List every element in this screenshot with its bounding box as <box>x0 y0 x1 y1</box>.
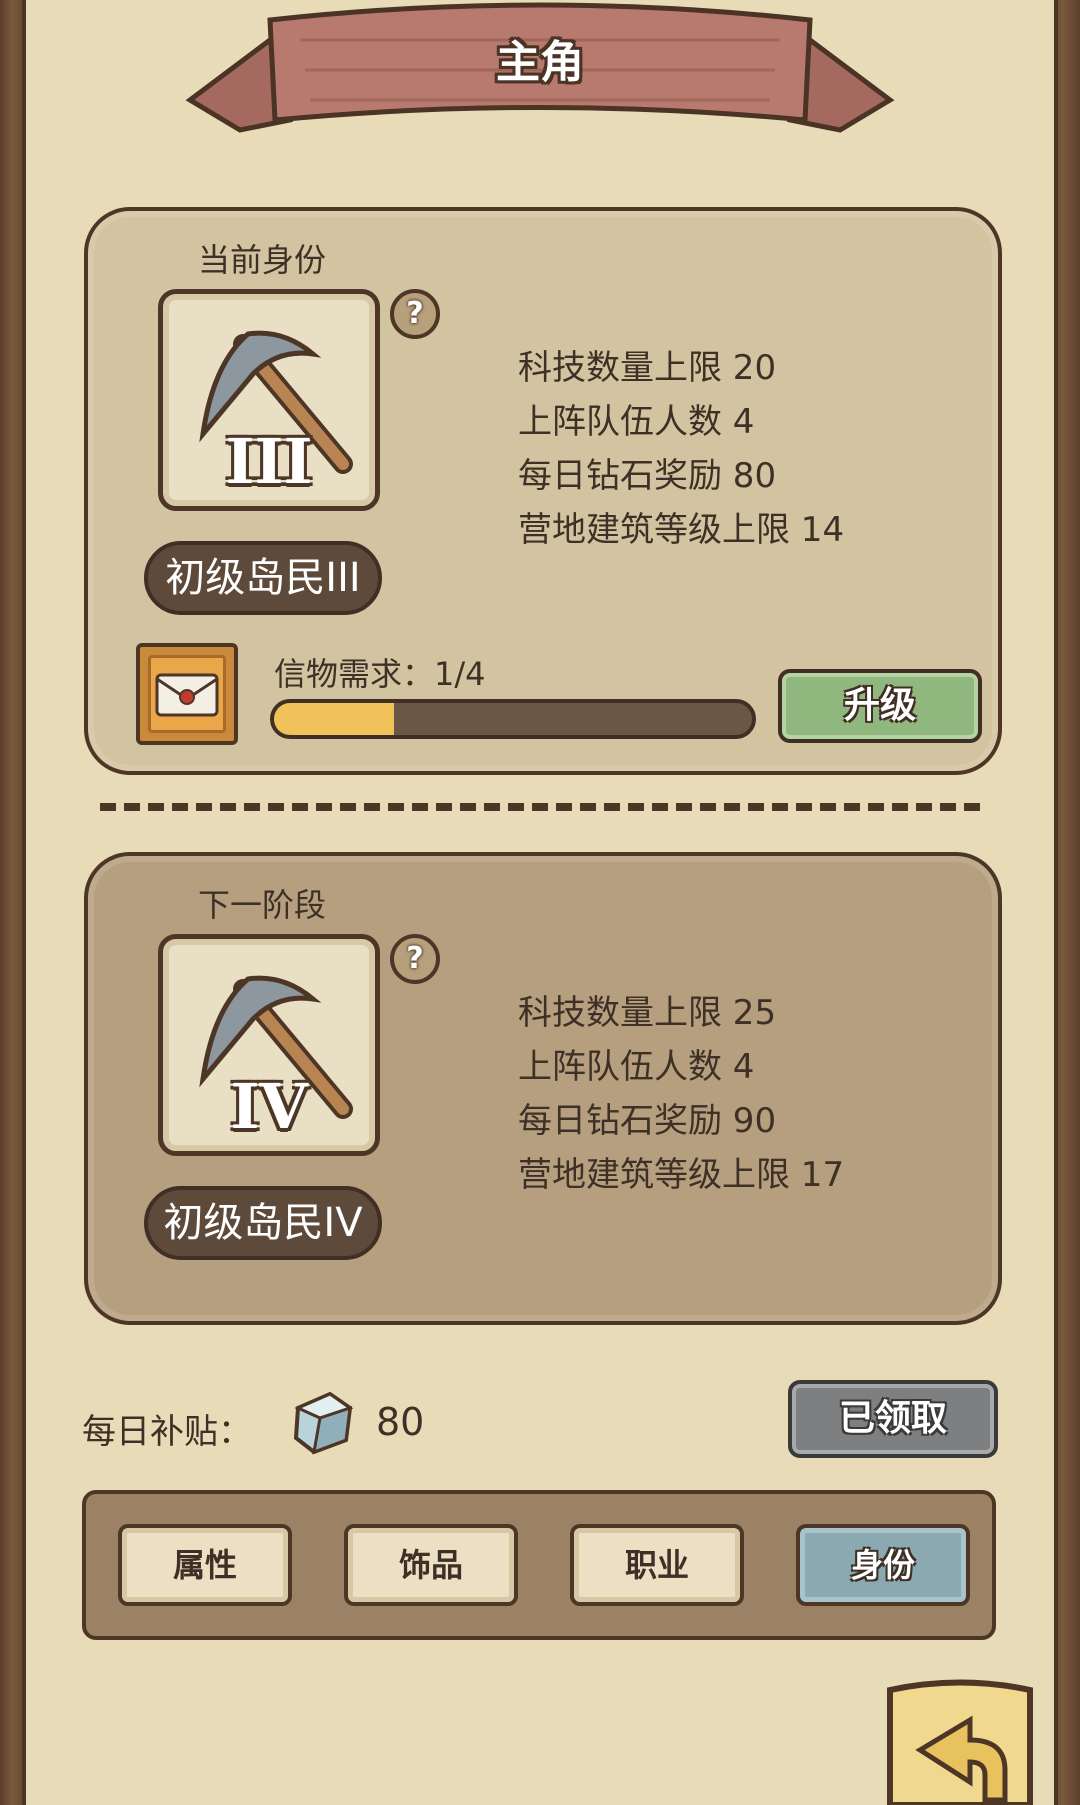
tab-identity[interactable]: 身份 <box>796 1524 970 1606</box>
current-identity-label: 当前身份 <box>198 241 327 279</box>
token-item[interactable] <box>136 643 238 745</box>
next-stat-tech-limit: 科技数量上限 25 <box>518 993 777 1033</box>
current-stats: 科技数量上限 20 上阵队伍人数 4 每日钻石奖励 80 营地建筑等级上限 14 <box>518 341 844 557</box>
next-help-button[interactable]: ? <box>390 934 440 984</box>
daily-allowance-label: 每日补贴： <box>82 1412 252 1452</box>
back-arrow-icon[interactable] <box>880 1670 1050 1805</box>
requirement-text: 信物需求：1/4 <box>274 655 486 693</box>
tab-profession[interactable]: 职业 <box>570 1524 744 1606</box>
current-identity-panel: 当前身份 III ? 初级岛民III 科技数量上限 20 上阵队伍人数 4 每日… <box>84 207 1002 775</box>
tab-accessories[interactable]: 饰品 <box>344 1524 518 1606</box>
next-stat-building-limit: 营地建筑等级上限 17 <box>518 1155 845 1195</box>
requirement-progress-bar <box>270 699 756 739</box>
current-rank-icon-box[interactable]: III <box>158 289 380 511</box>
diamond-icon <box>293 1391 354 1455</box>
current-stat-team-size: 上阵队伍人数 4 <box>518 402 755 442</box>
section-divider <box>100 803 980 811</box>
tab-bar: 属性 饰品 职业 身份 <box>82 1490 996 1640</box>
next-stat-team-size: 上阵队伍人数 4 <box>518 1047 755 1087</box>
next-rank-name: 初级岛民IV <box>144 1186 382 1260</box>
claimed-button[interactable]: 已领取 <box>788 1380 998 1458</box>
tab-attributes[interactable]: 属性 <box>118 1524 292 1606</box>
current-help-button[interactable]: ? <box>390 289 440 339</box>
next-stats: 科技数量上限 25 上阵队伍人数 4 每日钻石奖励 90 营地建筑等级上限 17 <box>518 986 844 1202</box>
next-stage-label: 下一阶段 <box>198 886 327 924</box>
next-stat-daily-diamonds: 每日钻石奖励 90 <box>518 1101 777 1141</box>
next-rank-icon-box[interactable]: IV <box>158 934 380 1156</box>
daily-allowance-row: 每日补贴： 80 已领取 <box>80 1380 1000 1470</box>
current-rank-name: 初级岛民III <box>144 541 382 615</box>
next-stage-panel: 下一阶段 IV ? 初级岛民IV 科技数量上限 25 上阵队伍人数 4 每日钻石… <box>84 852 1002 1325</box>
page-title: 主角 <box>496 37 584 88</box>
upgrade-button[interactable]: 升级 <box>778 669 982 743</box>
current-stat-daily-diamonds: 每日钻石奖励 80 <box>518 456 777 496</box>
current-stat-building-limit: 营地建筑等级上限 14 <box>518 510 845 550</box>
current-stat-tech-limit: 科技数量上限 20 <box>518 348 777 388</box>
current-rank-numeral: III <box>225 425 313 498</box>
requirement-progress-fill <box>274 703 394 735</box>
daily-allowance-amount: 80 <box>376 1400 425 1444</box>
envelope-icon <box>155 673 219 717</box>
title-banner: 主角 <box>180 0 900 150</box>
next-rank-numeral: IV <box>230 1070 308 1143</box>
